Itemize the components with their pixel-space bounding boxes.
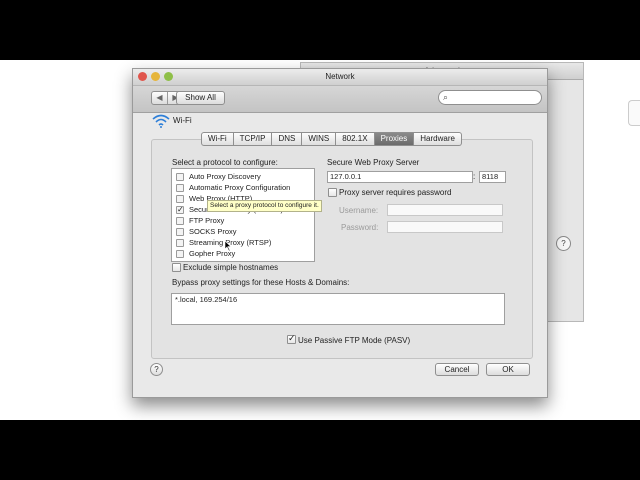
help-button[interactable]: ? bbox=[150, 363, 163, 376]
protocol-item[interactable]: Streaming Proxy (RTSP) bbox=[172, 237, 314, 248]
content-area: Wi-Fi Wi-Fi TCP/IP DNS WINS 802.1X Proxi… bbox=[133, 113, 547, 397]
background-help-button: ? bbox=[556, 236, 571, 251]
search-input[interactable]: ⌕ bbox=[438, 90, 542, 105]
tab-bar: Wi-Fi TCP/IP DNS WINS 802.1X Proxies Har… bbox=[201, 132, 462, 146]
interface-name: Wi-Fi bbox=[173, 116, 192, 125]
password-field[interactable] bbox=[387, 221, 503, 233]
protocol-checkbox[interactable] bbox=[176, 173, 184, 181]
protocol-label: Automatic Proxy Configuration bbox=[189, 183, 291, 192]
exclude-simple-checkbox[interactable] bbox=[172, 263, 181, 272]
tab-proxies[interactable]: Proxies bbox=[374, 132, 415, 146]
passive-ftp-checkbox[interactable] bbox=[287, 333, 296, 344]
tab-dns[interactable]: DNS bbox=[272, 132, 303, 146]
window-title: Network bbox=[325, 72, 355, 81]
network-window: Network ◀ ▶ Show All ⌕ Wi-Fi Wi-Fi TCP/I… bbox=[132, 68, 548, 398]
ok-button[interactable]: OK bbox=[486, 363, 530, 376]
bypass-label: Bypass proxy settings for these Hosts & … bbox=[172, 278, 350, 287]
tab-wins[interactable]: WINS bbox=[302, 132, 337, 146]
protocol-item[interactable]: Auto Proxy Discovery bbox=[172, 171, 314, 182]
tooltip: Select a proxy protocol to configure it. bbox=[207, 200, 322, 212]
protocol-label: FTP Proxy bbox=[189, 216, 225, 225]
protocol-item[interactable]: Gopher Proxy bbox=[172, 248, 314, 259]
protocol-item[interactable]: FTP Proxy bbox=[172, 215, 314, 226]
titlebar: Network bbox=[133, 69, 547, 86]
protocol-label: SOCKS Proxy bbox=[189, 227, 237, 236]
back-button[interactable]: ◀ bbox=[152, 92, 168, 104]
protocol-label: Auto Proxy Discovery bbox=[189, 172, 261, 181]
wifi-icon bbox=[152, 114, 170, 128]
protocol-checkbox[interactable] bbox=[176, 204, 184, 215]
tab-tcpip[interactable]: TCP/IP bbox=[233, 132, 273, 146]
requires-password-checkbox[interactable] bbox=[328, 188, 337, 197]
requires-password-label: Proxy server requires password bbox=[339, 188, 452, 197]
select-protocol-label: Select a protocol to configure: bbox=[172, 158, 278, 167]
background-window-edge bbox=[628, 100, 640, 126]
toolbar: ◀ ▶ Show All ⌕ bbox=[133, 86, 547, 113]
tab-wifi[interactable]: Wi-Fi bbox=[201, 132, 234, 146]
search-icon: ⌕ bbox=[443, 92, 449, 102]
username-label: Username: bbox=[339, 206, 379, 215]
protocol-item[interactable]: Automatic Proxy Configuration bbox=[172, 182, 314, 193]
protocol-item[interactable]: SOCKS Proxy bbox=[172, 226, 314, 237]
tab-8021x[interactable]: 802.1X bbox=[336, 132, 375, 146]
password-label: Password: bbox=[341, 223, 379, 232]
protocol-checkbox[interactable] bbox=[176, 250, 184, 258]
protocol-checkbox[interactable] bbox=[176, 217, 184, 225]
show-all-button[interactable]: Show All bbox=[176, 91, 225, 105]
mouse-cursor-icon bbox=[225, 241, 232, 251]
cancel-button[interactable]: Cancel bbox=[435, 363, 479, 376]
protocol-list: Auto Proxy Discovery Automatic Proxy Con… bbox=[171, 168, 315, 262]
proxy-server-label: Secure Web Proxy Server bbox=[327, 158, 420, 167]
bypass-hosts-textarea[interactable]: *.local, 169.254/16 bbox=[171, 293, 505, 325]
exclude-simple-label: Exclude simple hostnames bbox=[183, 263, 279, 272]
protocol-checkbox[interactable] bbox=[176, 184, 184, 192]
protocol-checkbox[interactable] bbox=[176, 228, 184, 236]
proxy-port-field[interactable]: 8118 bbox=[479, 171, 506, 183]
tab-hardware[interactable]: Hardware bbox=[414, 132, 462, 146]
protocol-checkbox[interactable] bbox=[176, 195, 184, 203]
proxy-server-field[interactable]: 127.0.0.1 bbox=[327, 171, 473, 183]
passive-ftp-label: Use Passive FTP Mode (PASV) bbox=[298, 336, 411, 345]
port-separator: : bbox=[473, 172, 476, 181]
protocol-checkbox[interactable] bbox=[176, 239, 184, 247]
username-field[interactable] bbox=[387, 204, 503, 216]
